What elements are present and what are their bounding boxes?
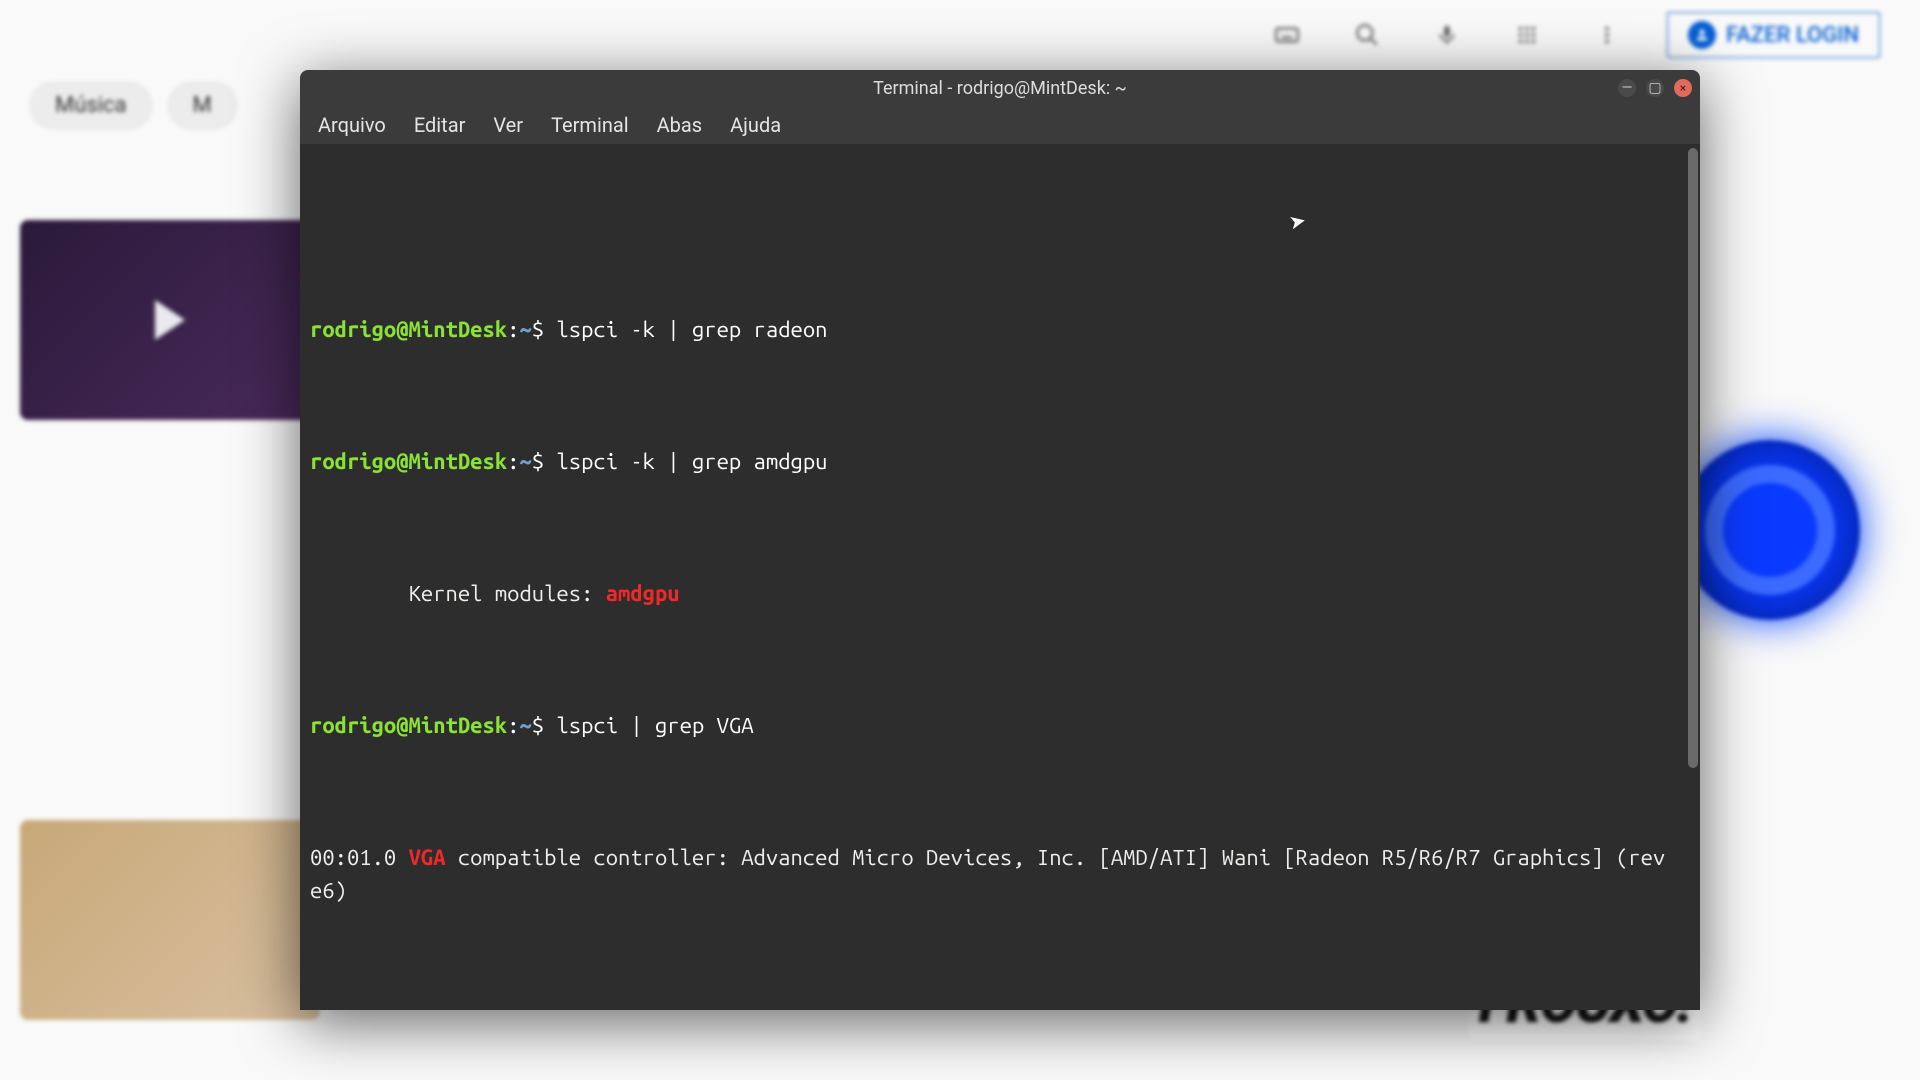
window-title: Terminal - rodrigo@MintDesk: ~ [873,78,1127,99]
window-controls: — ▢ × [1618,70,1692,106]
more-vert-icon[interactable] [1587,15,1627,55]
menu-help[interactable]: Ajuda [730,113,781,137]
user-circle-icon [1688,21,1716,49]
terminal-menubar: Arquivo Editar Ver Terminal Abas Ajuda [300,106,1700,144]
video-thumb[interactable] [20,820,320,1020]
login-label: FAZER LOGIN [1726,23,1859,48]
close-button[interactable]: × [1674,79,1692,97]
mic-icon[interactable] [1427,15,1467,55]
prompt-user: rodrigo@MintDesk [310,317,507,342]
video-thumb[interactable] [20,220,320,420]
output-text: Kernel modules: [310,581,606,606]
command-text: lspci | grep VGA [544,713,753,738]
output-text: 00:01.0 [310,845,409,870]
grep-match: VGA [409,845,446,870]
minimize-button[interactable]: — [1618,79,1636,97]
terminal-window[interactable]: Terminal - rodrigo@MintDesk: ~ — ▢ × Arq… [300,70,1700,1010]
prompt-sep: : [507,317,519,342]
prompt-dollar: $ [532,317,544,342]
search-icon[interactable] [1347,15,1387,55]
menu-file[interactable]: Arquivo [318,113,386,137]
output-text: compatible controller: Advanced Micro De… [310,845,1678,903]
menu-view[interactable]: Ver [493,113,523,137]
prompt-path: ~ [519,317,531,342]
command-text: lspci -k | grep amdgpu [544,449,827,474]
play-icon [155,300,185,340]
chip-music[interactable]: Música [30,82,152,129]
keyboard-icon[interactable] [1267,15,1307,55]
terminal-output[interactable]: ➤ rodrigo@MintDesk:~$ lspci -k | grep ra… [300,144,1700,1010]
login-button[interactable]: FAZER LOGIN [1667,12,1880,58]
speaker-graphic [1680,440,1860,620]
window-titlebar[interactable]: Terminal - rodrigo@MintDesk: ~ — ▢ × [300,70,1700,106]
menu-edit[interactable]: Editar [414,113,466,137]
browser-topbar: FAZER LOGIN [0,0,1920,70]
menu-terminal[interactable]: Terminal [551,113,629,137]
scrollbar[interactable] [1688,148,1698,768]
chip-partial[interactable]: M [168,82,237,129]
maximize-button[interactable]: ▢ [1646,79,1664,97]
apps-grid-icon[interactable] [1507,15,1547,55]
prompt-user: rodrigo@MintDesk [310,449,507,474]
mouse-pointer-icon: ➤ [1286,201,1311,246]
menu-tabs[interactable]: Abas [657,113,702,137]
command-text: lspci -k | grep radeon [544,317,827,342]
grep-match: amdgpu [606,581,680,606]
